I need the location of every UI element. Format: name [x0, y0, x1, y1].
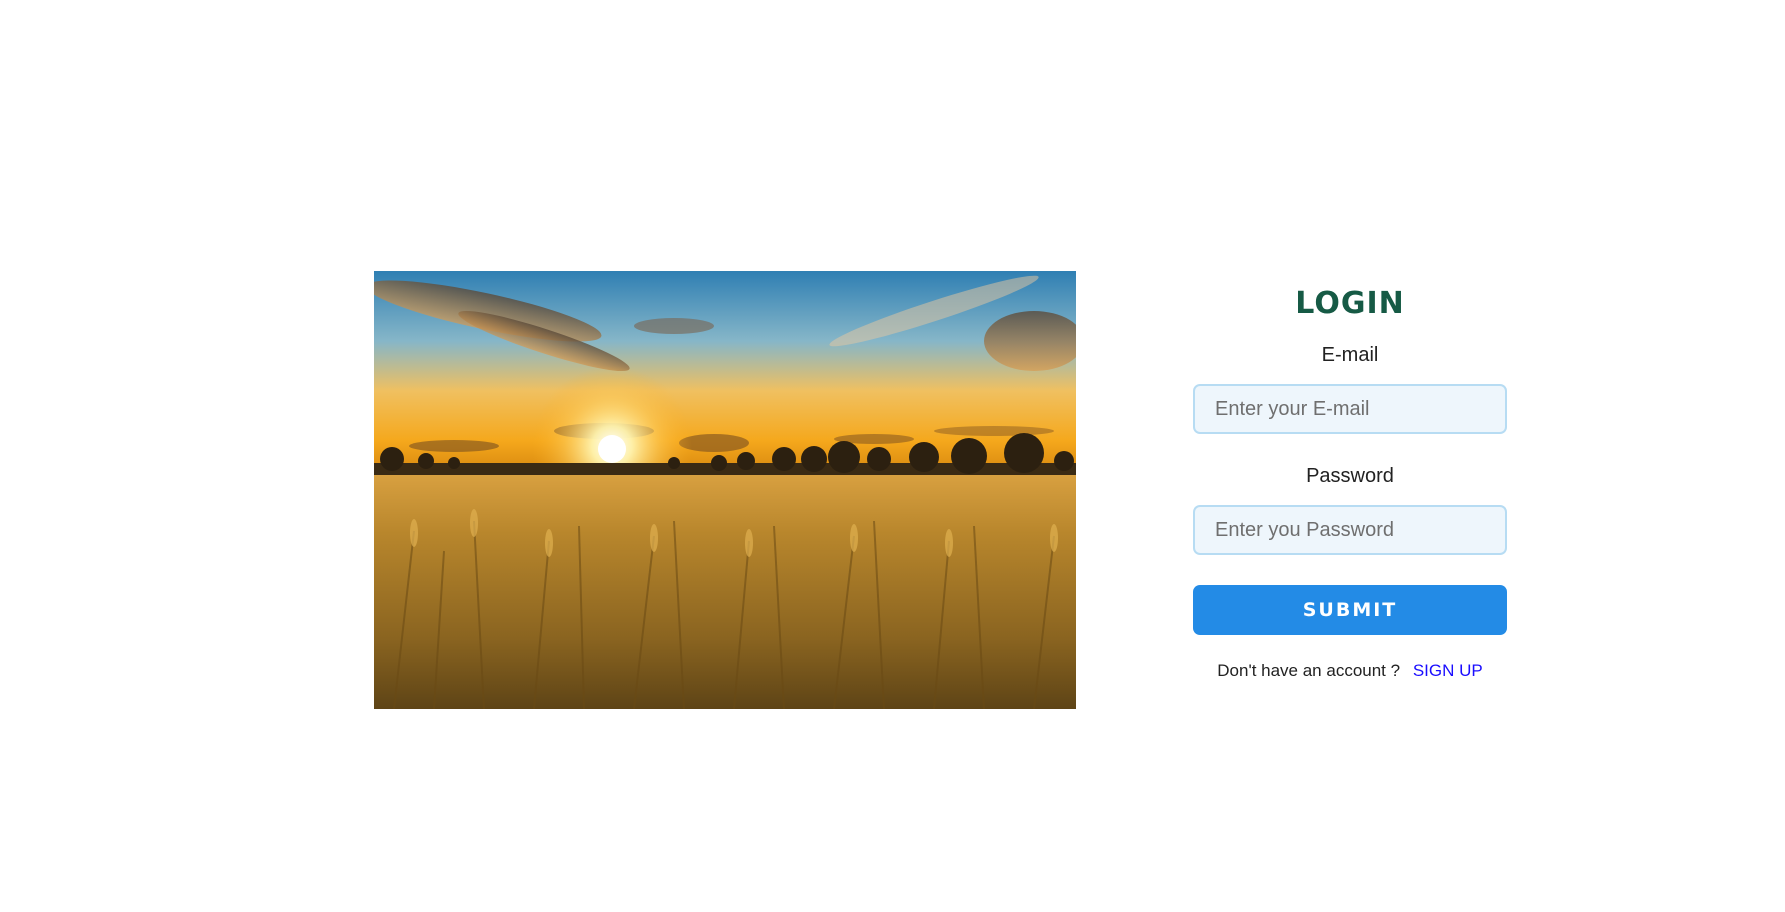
signup-row: Don't have an account ? SIGN UP	[1193, 661, 1507, 681]
signup-link[interactable]: SIGN UP	[1413, 661, 1483, 680]
password-field[interactable]	[1193, 505, 1507, 555]
wheat-field-sunset-image	[374, 271, 1076, 709]
email-field[interactable]	[1193, 384, 1507, 434]
submit-button[interactable]: SUBMIT	[1193, 585, 1507, 635]
login-title: LOGIN	[1295, 286, 1405, 321]
email-label: E-mail	[1321, 344, 1379, 366]
password-label: Password	[1306, 465, 1394, 487]
login-page: LOGIN E-mail Password SUBMIT Don't have …	[0, 0, 1785, 912]
login-form: LOGIN E-mail Password SUBMIT Don't have …	[1193, 271, 1507, 681]
hero-image	[374, 271, 1076, 709]
signup-prompt: Don't have an account ?	[1217, 661, 1401, 680]
